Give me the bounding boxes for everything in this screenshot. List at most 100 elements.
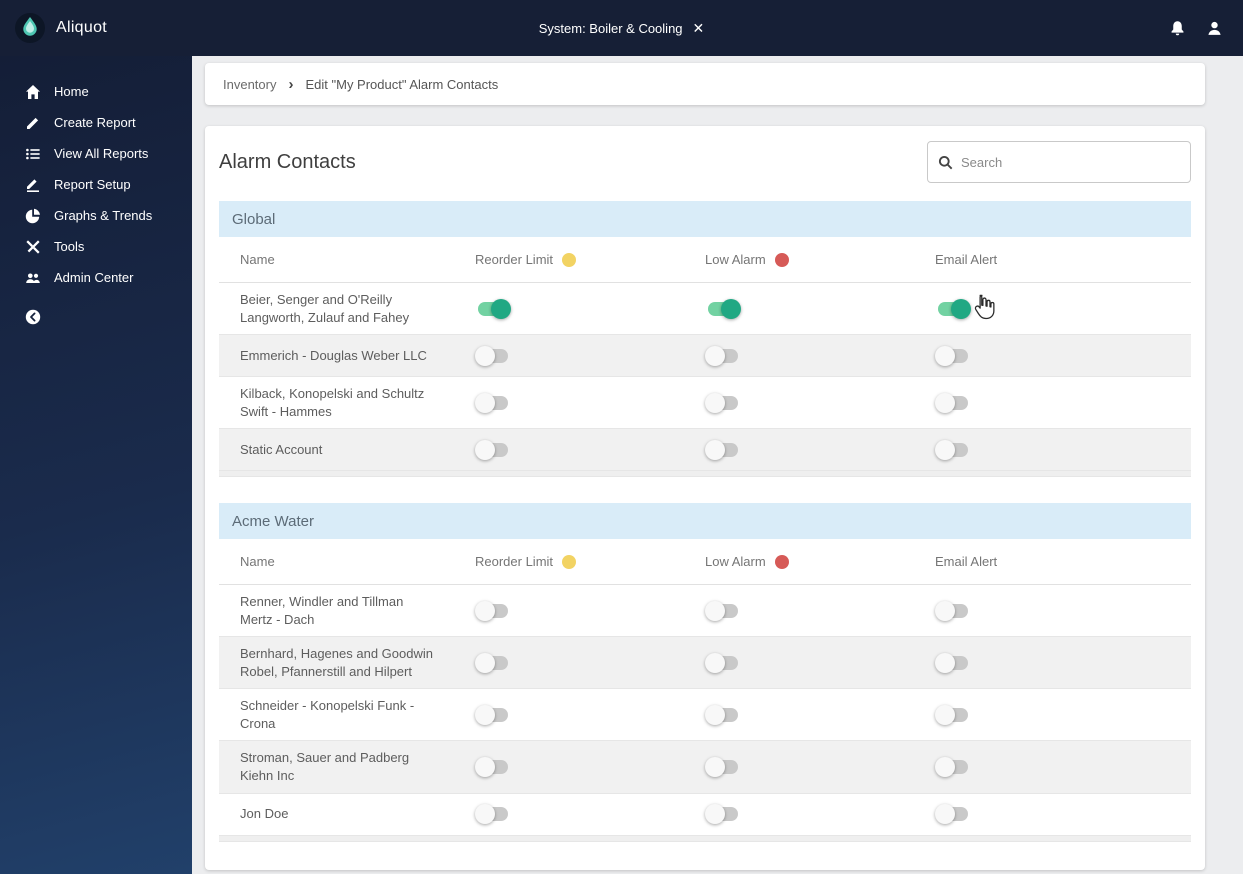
group-header: Acme Water bbox=[219, 503, 1191, 540]
contact-row: Jon Doe bbox=[219, 794, 1191, 836]
contact-row: Schneider - Konopelski Funk - Crona bbox=[219, 689, 1191, 742]
reorder-limit-toggle[interactable] bbox=[475, 345, 511, 366]
contact-row: Static Account bbox=[219, 429, 1191, 472]
column-header-name: Name bbox=[240, 554, 275, 570]
sidebar-item-label: Create Report bbox=[54, 115, 136, 130]
column-header-name: Name bbox=[240, 252, 275, 267]
breadcrumb: Inventory › Edit "My Product" Alarm Cont… bbox=[205, 63, 1205, 105]
sidebar-item-admin-center[interactable]: Admin Center bbox=[0, 262, 192, 293]
contact-name: Beier, Senger and O'Reilly Langworth, Zu… bbox=[240, 292, 410, 325]
email-alert-toggle[interactable] bbox=[935, 345, 971, 366]
sidebar-item-report-setup[interactable]: Report Setup bbox=[0, 169, 192, 200]
group-header: Global bbox=[219, 201, 1191, 237]
sidebar-item-label: Tools bbox=[54, 239, 85, 254]
sidebar-item-label: Report Setup bbox=[54, 177, 131, 192]
reorder-limit-toggle[interactable] bbox=[475, 757, 511, 778]
brand-name: Aliquot bbox=[56, 19, 108, 36]
low-alarm-toggle[interactable] bbox=[705, 704, 741, 725]
low-alarm-toggle[interactable] bbox=[705, 600, 741, 621]
email-alert-toggle[interactable] bbox=[935, 804, 971, 825]
contact-row: Bernhard, Hagenes and Goodwin Robel, Pfa… bbox=[219, 637, 1191, 690]
column-header-low-alarm: Low Alarm bbox=[705, 252, 935, 267]
contact-row: Emmerich - Douglas Weber LLC bbox=[219, 335, 1191, 378]
reorder-limit-toggle[interactable] bbox=[475, 704, 511, 725]
sidebar-item-create-report[interactable]: Create Report bbox=[0, 107, 192, 138]
group-footer bbox=[219, 471, 1191, 478]
reorder-limit-toggle[interactable] bbox=[475, 600, 511, 621]
reorder-limit-dot bbox=[562, 554, 577, 569]
main-content: Inventory › Edit "My Product" Alarm Cont… bbox=[192, 56, 1243, 874]
home-icon bbox=[25, 84, 41, 100]
alarm-contacts-card: Alarm Contacts Global Name Reorder Limit… bbox=[205, 126, 1205, 870]
column-header-low-alarm: Low Alarm bbox=[705, 554, 935, 569]
contact-row: Renner, Windler and Tillman Mertz - Dach bbox=[219, 585, 1191, 638]
users-icon bbox=[25, 270, 41, 286]
contact-row: Stroman, Sauer and Padberg Kiehn Inc bbox=[219, 741, 1191, 794]
contact-name: Emmerich - Douglas Weber LLC bbox=[240, 347, 427, 363]
column-header-reorder-limit: Reorder Limit bbox=[475, 252, 705, 267]
email-alert-toggle[interactable] bbox=[935, 757, 971, 778]
sidebar-collapse-button[interactable] bbox=[0, 309, 192, 330]
low-alarm-toggle[interactable] bbox=[705, 757, 741, 778]
low-alarm-toggle[interactable] bbox=[705, 298, 741, 319]
topbar-actions bbox=[1169, 20, 1243, 37]
email-alert-toggle[interactable] bbox=[935, 439, 971, 460]
contact-name: Stroman, Sauer and Padberg Kiehn Inc bbox=[240, 750, 410, 784]
column-header-email-alert: Email Alert bbox=[935, 252, 998, 267]
notifications-bell-icon[interactable] bbox=[1169, 20, 1186, 37]
low-alarm-toggle[interactable] bbox=[705, 439, 741, 460]
sidebar-item-home[interactable]: Home bbox=[0, 76, 192, 107]
tools-icon bbox=[25, 239, 41, 255]
pencil-icon bbox=[25, 115, 41, 131]
chevron-left-circle-icon bbox=[25, 309, 41, 329]
low-alarm-toggle[interactable] bbox=[705, 392, 741, 413]
contact-name: Renner, Windler and Tillman Mertz - Dach bbox=[240, 594, 404, 627]
card-header: Alarm Contacts bbox=[205, 126, 1205, 201]
reorder-limit-toggle[interactable] bbox=[475, 298, 511, 319]
sidebar-item-label: Home bbox=[54, 84, 89, 99]
low-alarm-dot bbox=[774, 554, 789, 569]
low-alarm-toggle[interactable] bbox=[705, 804, 741, 825]
search-input[interactable] bbox=[961, 154, 1180, 170]
sidebar-item-graphs-trends[interactable]: Graphs & Trends bbox=[0, 200, 192, 231]
report-setup-icon bbox=[25, 177, 41, 193]
email-alert-toggle[interactable] bbox=[935, 704, 971, 725]
reorder-limit-toggle[interactable] bbox=[475, 652, 511, 673]
contact-row: Kilback, Konopelski and Schultz Swift - … bbox=[219, 377, 1191, 430]
sidebar: Home Create Report View All Reports Repo… bbox=[0, 56, 192, 874]
pie-chart-icon bbox=[25, 208, 41, 224]
sidebar-item-tools[interactable]: Tools bbox=[0, 231, 192, 262]
reorder-limit-toggle[interactable] bbox=[475, 804, 511, 825]
sidebar-item-label: Admin Center bbox=[54, 270, 134, 285]
table-header-row: Name Reorder Limit Low Alarm Email Alert bbox=[219, 539, 1191, 586]
groups: Global Name Reorder Limit Low Alarm Emai… bbox=[219, 201, 1191, 842]
contact-name: Bernhard, Hagenes and Goodwin Robel, Pfa… bbox=[240, 646, 433, 679]
reorder-limit-toggle[interactable] bbox=[475, 392, 511, 413]
contact-group: Global Name Reorder Limit Low Alarm Emai… bbox=[219, 201, 1191, 478]
column-header-email-alert: Email Alert bbox=[935, 554, 998, 570]
reorder-limit-toggle[interactable] bbox=[475, 439, 511, 460]
breadcrumb-inventory-link[interactable]: Inventory bbox=[223, 77, 276, 92]
low-alarm-dot bbox=[774, 252, 789, 267]
low-alarm-toggle[interactable] bbox=[705, 652, 741, 673]
breadcrumb-current-page: Edit "My Product" Alarm Contacts bbox=[305, 76, 499, 92]
email-alert-toggle[interactable] bbox=[935, 392, 971, 413]
contact-name: Schneider - Konopelski Funk - Crona bbox=[240, 698, 415, 731]
email-alert-toggle[interactable] bbox=[935, 298, 971, 319]
user-account-icon[interactable] bbox=[1206, 20, 1223, 37]
low-alarm-toggle[interactable] bbox=[705, 345, 741, 366]
search-box bbox=[927, 141, 1191, 183]
email-alert-toggle[interactable] bbox=[935, 652, 971, 673]
system-close-icon[interactable]: ✕ bbox=[693, 21, 705, 35]
contact-name: Jon Doe bbox=[240, 806, 289, 822]
contact-name: Static Account bbox=[240, 441, 323, 457]
sidebar-item-view-all-reports[interactable]: View All Reports bbox=[0, 138, 192, 169]
group-title: Global bbox=[232, 210, 276, 228]
group-title: Acme Water bbox=[232, 512, 314, 530]
table-header-row: Name Reorder Limit Low Alarm Email Alert bbox=[219, 237, 1191, 283]
system-context-label: System: Boiler & Cooling bbox=[538, 20, 683, 36]
email-alert-toggle[interactable] bbox=[935, 600, 971, 621]
app-window: Aliquot System: Boiler & Cooling ✕ Home … bbox=[0, 0, 1243, 874]
page-title: Alarm Contacts bbox=[219, 150, 356, 173]
aliquot-logo-icon bbox=[14, 12, 46, 44]
